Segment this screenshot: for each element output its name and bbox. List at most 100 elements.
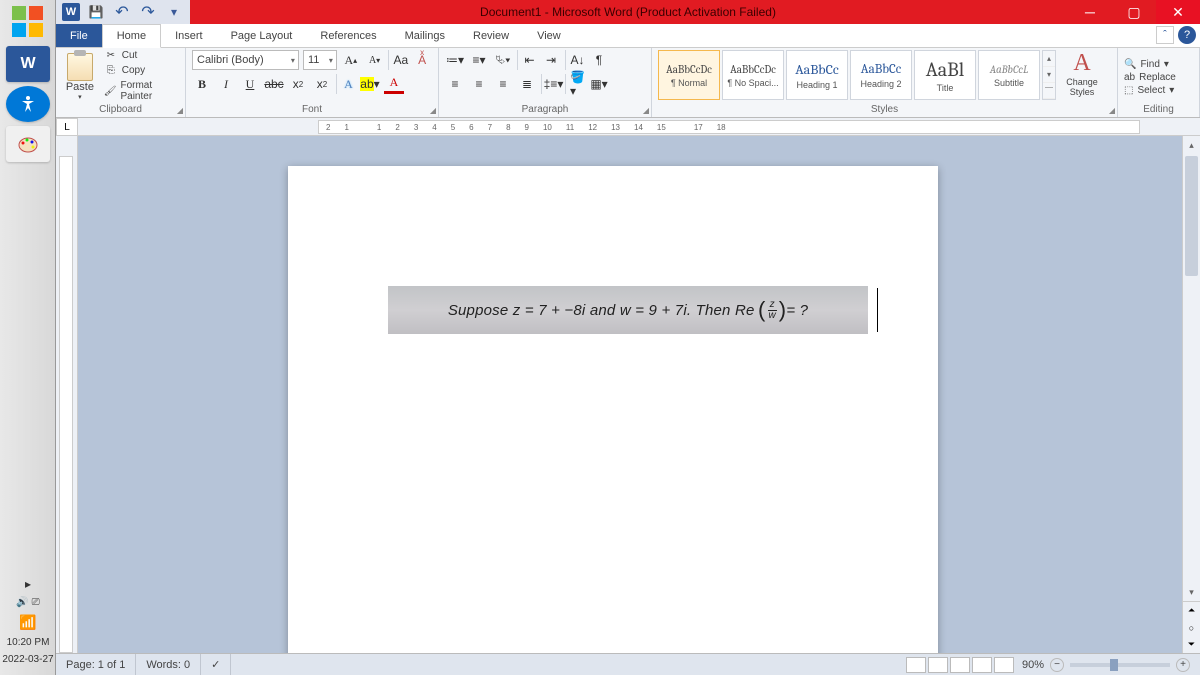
font-launcher-icon[interactable]: ◢ bbox=[430, 106, 436, 115]
style-subtitle[interactable]: AaBbCcLSubtitle bbox=[978, 50, 1040, 100]
outline-view-icon[interactable] bbox=[972, 657, 992, 673]
align-right-button[interactable]: ≡ bbox=[493, 74, 513, 94]
scroll-thumb[interactable] bbox=[1185, 156, 1198, 276]
font-color-button[interactable]: A bbox=[384, 74, 404, 94]
vertical-ruler[interactable] bbox=[56, 136, 78, 653]
browse-select-icon[interactable]: ○ bbox=[1183, 619, 1200, 636]
zoom-out-button[interactable]: − bbox=[1050, 658, 1064, 672]
tray-date[interactable]: 2022-03-27 bbox=[0, 654, 56, 665]
scroll-up-icon[interactable]: ▴ bbox=[1183, 136, 1200, 154]
format-painter-button[interactable]: 🖌Format Painter bbox=[104, 80, 179, 102]
change-styles-button[interactable]: AChange Styles bbox=[1058, 50, 1106, 97]
find-button[interactable]: 🔍Find ▾ bbox=[1124, 59, 1193, 70]
minimize-button[interactable]: ─ bbox=[1068, 0, 1112, 24]
prev-page-icon[interactable]: ⏶ bbox=[1183, 602, 1200, 619]
document-page[interactable]: Suppose z = 7 + −8i and w = 9 + 7i. Then… bbox=[288, 166, 938, 653]
app-icon[interactable]: W bbox=[62, 3, 80, 21]
status-words[interactable]: Words: 0 bbox=[136, 654, 201, 675]
clipboard-launcher-icon[interactable]: ◢ bbox=[177, 106, 183, 115]
zoom-slider[interactable] bbox=[1070, 663, 1170, 667]
decrease-indent-button[interactable]: ⇤ bbox=[517, 50, 537, 70]
web-view-icon[interactable] bbox=[950, 657, 970, 673]
vertical-scrollbar[interactable]: ▴ ▾ ⏶ ○ ⏷ bbox=[1182, 136, 1200, 653]
print-layout-view-icon[interactable] bbox=[906, 657, 926, 673]
save-icon[interactable]: 💾 bbox=[86, 3, 106, 21]
taskbar-paint-icon[interactable] bbox=[6, 126, 50, 162]
zoom-level[interactable]: 90% bbox=[1022, 659, 1044, 671]
scroll-down-icon[interactable]: ▾ bbox=[1183, 583, 1200, 601]
tray-time[interactable]: 10:20 PM bbox=[0, 637, 56, 648]
volume-icon[interactable]: 🔊 ⎚ bbox=[0, 597, 56, 608]
line-spacing-button[interactable]: ‡≡▾ bbox=[541, 74, 561, 94]
align-left-button[interactable]: ≡ bbox=[445, 74, 465, 94]
tab-home[interactable]: Home bbox=[102, 24, 161, 48]
shrink-font-button[interactable]: A▾ bbox=[365, 50, 385, 70]
underline-button[interactable]: U bbox=[240, 74, 260, 94]
undo-icon[interactable]: ↶ bbox=[112, 3, 132, 21]
tab-mailings[interactable]: Mailings bbox=[391, 24, 459, 47]
show-marks-button[interactable]: ¶ bbox=[589, 50, 609, 70]
help-icon[interactable]: ? bbox=[1178, 26, 1196, 44]
shading-button[interactable]: 🪣▾ bbox=[565, 74, 585, 94]
copy-button[interactable]: ⎘Copy bbox=[104, 65, 179, 76]
fullscreen-view-icon[interactable] bbox=[928, 657, 948, 673]
style-title[interactable]: AaBlTitle bbox=[914, 50, 976, 100]
horizontal-ruler[interactable]: 211234567891011121314151718 bbox=[78, 118, 1200, 136]
change-case-button[interactable]: Aa bbox=[388, 50, 408, 70]
borders-button[interactable]: ▦▾ bbox=[589, 74, 609, 94]
tray-overflow-icon[interactable]: ▸ bbox=[0, 577, 56, 591]
cut-button[interactable]: ✂Cut bbox=[104, 50, 179, 61]
replace-button[interactable]: abReplace bbox=[1124, 72, 1193, 83]
zoom-in-button[interactable]: + bbox=[1176, 658, 1190, 672]
style-heading1[interactable]: AaBbCcHeading 1 bbox=[786, 50, 848, 100]
tab-view[interactable]: View bbox=[523, 24, 575, 47]
justify-button[interactable]: ≣ bbox=[517, 74, 537, 94]
align-center-button[interactable]: ≡ bbox=[469, 74, 489, 94]
tab-references[interactable]: References bbox=[306, 24, 390, 47]
superscript-button[interactable]: x2 bbox=[312, 74, 332, 94]
tab-page-layout[interactable]: Page Layout bbox=[217, 24, 307, 47]
bullets-button[interactable]: ≔▾ bbox=[445, 50, 465, 70]
paste-button[interactable]: Paste ▾ bbox=[62, 50, 98, 104]
tab-insert[interactable]: Insert bbox=[161, 24, 217, 47]
minimize-ribbon-icon[interactable]: ˆ bbox=[1156, 26, 1174, 44]
style-no-spacing[interactable]: AaBbCcDc¶ No Spaci... bbox=[722, 50, 784, 100]
paragraph-launcher-icon[interactable]: ◢ bbox=[643, 106, 649, 115]
status-page[interactable]: Page: 1 of 1 bbox=[56, 654, 136, 675]
style-heading2[interactable]: AaBbCcHeading 2 bbox=[850, 50, 912, 100]
tab-file[interactable]: File bbox=[56, 24, 102, 47]
draft-view-icon[interactable] bbox=[994, 657, 1014, 673]
style-normal[interactable]: AaBbCcDc¶ Normal bbox=[658, 50, 720, 100]
numbering-button[interactable]: ≡▾ bbox=[469, 50, 489, 70]
font-name-combo[interactable]: Calibri (Body) bbox=[192, 50, 299, 70]
taskbar-word-icon[interactable]: W bbox=[6, 46, 50, 82]
select-button[interactable]: ⬚Select ▾ bbox=[1124, 85, 1193, 96]
clear-formatting-button[interactable]: Aͯ bbox=[412, 50, 432, 70]
tab-selector[interactable]: L bbox=[56, 118, 78, 136]
page-viewport[interactable]: Suppose z = 7 + −8i and w = 9 + 7i. Then… bbox=[78, 136, 1200, 653]
italic-button[interactable]: I bbox=[216, 74, 236, 94]
multilevel-button[interactable]: ⮱▾ bbox=[493, 50, 513, 70]
next-page-icon[interactable]: ⏷ bbox=[1183, 636, 1200, 653]
strikethrough-button[interactable]: abc bbox=[264, 74, 284, 94]
qat-dropdown-icon[interactable]: ▾ bbox=[164, 3, 184, 21]
math-image[interactable]: Suppose z = 7 + −8i and w = 9 + 7i. Then… bbox=[388, 286, 868, 334]
sort-button[interactable]: A↓ bbox=[565, 50, 585, 70]
highlight-button[interactable]: ab▾ bbox=[360, 74, 380, 94]
bold-button[interactable]: B bbox=[192, 74, 212, 94]
font-size-combo[interactable]: 11 bbox=[303, 50, 337, 70]
taskbar-accessibility-icon[interactable] bbox=[6, 86, 50, 122]
network-icon[interactable]: 📶 bbox=[0, 614, 56, 631]
grow-font-button[interactable]: A▴ bbox=[341, 50, 361, 70]
start-button[interactable] bbox=[4, 2, 52, 42]
subscript-button[interactable]: x2 bbox=[288, 74, 308, 94]
text-effects-button[interactable]: A bbox=[336, 74, 356, 94]
styles-scrollbar[interactable]: ▴▾⎺ bbox=[1042, 50, 1056, 100]
close-button[interactable]: ✕ bbox=[1156, 0, 1200, 24]
increase-indent-button[interactable]: ⇥ bbox=[541, 50, 561, 70]
styles-launcher-icon[interactable]: ◢ bbox=[1109, 106, 1115, 115]
tab-review[interactable]: Review bbox=[459, 24, 523, 47]
redo-icon[interactable]: ↷ bbox=[138, 3, 158, 21]
status-proofing-icon[interactable]: ✓ bbox=[201, 654, 231, 675]
maximize-button[interactable]: ▢ bbox=[1112, 0, 1156, 24]
